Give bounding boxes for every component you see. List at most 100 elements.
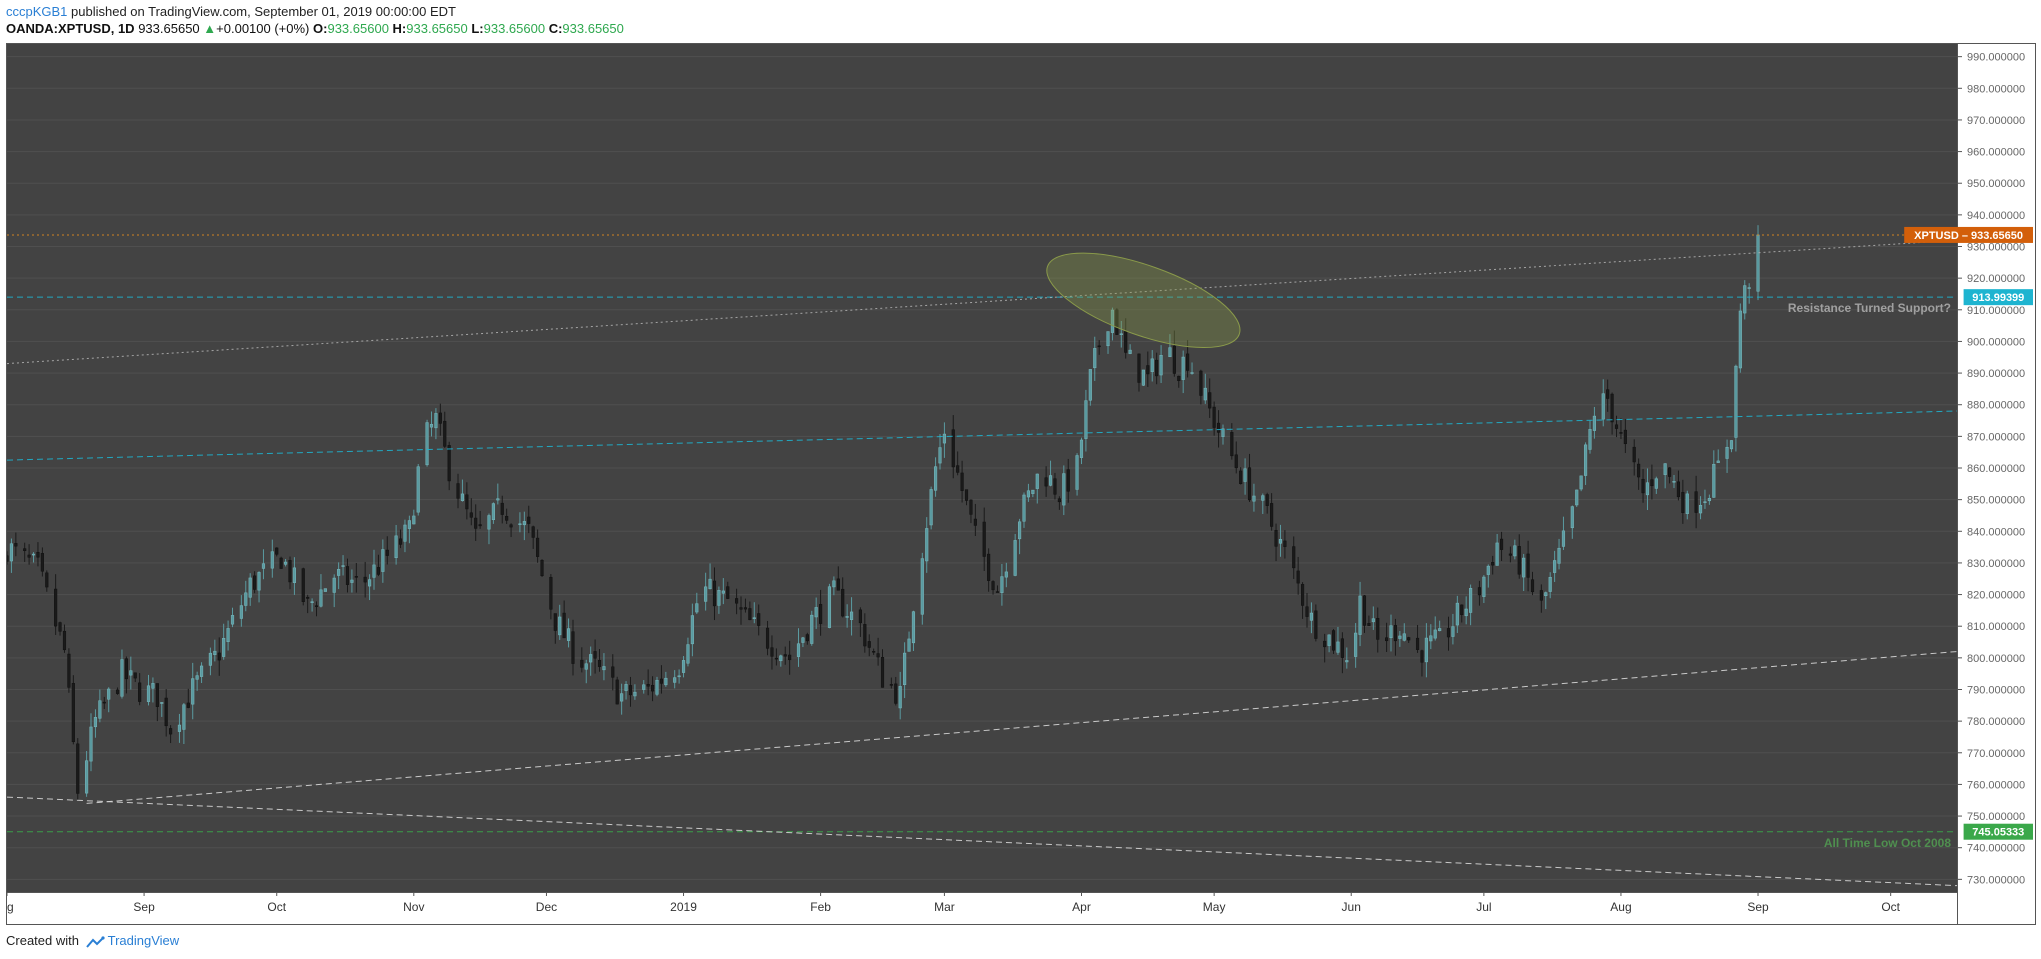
candle-body: [796, 643, 801, 657]
candle-body: [1296, 570, 1300, 584]
open-value: 933.65600: [327, 21, 389, 36]
y-tick-label: 960.000000: [1967, 147, 2025, 159]
candle-body: [14, 543, 18, 547]
candle-body: [1583, 444, 1588, 476]
candle-body: [1013, 540, 1017, 576]
candle-body: [1694, 491, 1698, 513]
candle-body: [536, 537, 540, 557]
candle-body: [1703, 501, 1707, 503]
candle-body: [416, 466, 420, 513]
chart-panel[interactable]: 990.000000 980.000000 970.000000 960.000000…: [6, 43, 2036, 925]
candle-body: [903, 652, 907, 685]
candle-body: [1424, 637, 1428, 663]
close-key: C:: [548, 21, 563, 36]
y-tick-label: 800.000000: [1967, 653, 2025, 665]
candle-body: [841, 588, 845, 617]
candle-body: [1610, 393, 1614, 423]
candle-body: [1455, 602, 1459, 626]
candle-body: [765, 627, 770, 649]
annotation-resistance-support: Resistance Turned Support?: [1788, 301, 1951, 315]
publish-line: cccpKGB1 published on TradingView.com, S…: [6, 4, 456, 19]
candle-body: [443, 420, 447, 447]
x-tick-label: Oct: [1881, 900, 1900, 914]
candle-body: [593, 651, 597, 659]
tradingview-link[interactable]: TradingView: [108, 933, 180, 948]
candle-body: [867, 641, 871, 648]
y-tick-label: 860.000000: [1967, 463, 2025, 475]
last-price-tag: XPTUSD – 933.65650: [1914, 230, 2023, 242]
y-tick-label: 790.000000: [1967, 684, 2025, 696]
candle-body: [425, 422, 429, 466]
candle-body: [987, 553, 991, 581]
y-tick-label: 910.000000: [1967, 305, 2025, 317]
candle-body: [460, 493, 465, 502]
y-tick-label: 950.000000: [1967, 178, 2025, 190]
candle-body: [1517, 546, 1521, 575]
candle-body: [681, 660, 686, 673]
candle-body: [1141, 369, 1145, 386]
candle-body: [465, 494, 469, 510]
candle-body: [394, 535, 398, 559]
y-tick-label: 930.000000: [1967, 242, 2025, 254]
x-tick-label: Nov: [403, 900, 424, 914]
candle-body: [129, 670, 133, 676]
open-key: O:: [313, 21, 328, 36]
candle-body: [1438, 628, 1442, 632]
candle-body: [1729, 440, 1734, 450]
candle-body: [642, 684, 646, 690]
footer: Created with TradingView: [6, 933, 179, 948]
price-axis-area: [1957, 44, 2035, 924]
candle-body: [376, 567, 381, 575]
candle-body: [880, 657, 885, 688]
candle-body: [1433, 629, 1437, 639]
low-value: 933.65600: [483, 21, 546, 36]
candle-body: [1398, 635, 1402, 639]
candle-body: [120, 659, 124, 697]
candle-body: [1137, 353, 1141, 383]
candle-body: [474, 517, 478, 529]
candle-body: [774, 657, 778, 660]
candle-body: [805, 634, 809, 642]
candle-body: [995, 591, 1000, 593]
candle-body: [500, 502, 504, 515]
candle-body: [1575, 489, 1579, 506]
low-key: L:: [471, 21, 484, 36]
high-value: 933.65650: [406, 21, 468, 36]
candle-body: [1190, 372, 1194, 374]
candle-body: [735, 598, 739, 604]
candle-body: [659, 678, 663, 684]
candle-body: [1553, 560, 1557, 573]
candle-body: [230, 615, 235, 625]
candle-body: [739, 607, 743, 610]
price-chart[interactable]: 990.000000 980.000000 970.000000 960.000000…: [7, 44, 2035, 924]
candle-body: [1186, 353, 1190, 371]
candle-body: [217, 652, 221, 661]
y-tick-label: 890.000000: [1967, 368, 2025, 380]
candle-body: [1508, 553, 1512, 556]
high-key: H:: [392, 21, 407, 36]
candle-body: [1270, 503, 1274, 527]
y-tick-label: 940.000000: [1967, 210, 2025, 222]
candle-body: [1371, 618, 1375, 623]
candle-body: [1323, 640, 1327, 648]
candle-body: [7, 555, 9, 562]
candle-body: [566, 628, 571, 641]
candle-body: [1451, 626, 1455, 637]
candle-body: [1645, 482, 1650, 496]
candle-body: [1044, 477, 1048, 487]
candle-body: [447, 445, 451, 482]
candle-body: [1725, 446, 1729, 459]
candle-body: [1614, 424, 1619, 429]
candle-body: [655, 679, 659, 695]
candle-body: [1203, 387, 1207, 401]
candle-body: [827, 586, 832, 628]
candle-body: [40, 553, 44, 572]
candle-body: [836, 578, 840, 591]
ohlc-legend: OANDA:XPTUSD, 1D 933.65650 ▲+0.00100 (+0…: [6, 21, 624, 36]
candle-body: [584, 663, 588, 670]
candle-body: [115, 689, 120, 694]
author-link[interactable]: cccpKGB1: [6, 4, 67, 19]
level-price-tag: 913.99399: [1972, 292, 2024, 304]
candle-body: [1415, 637, 1420, 650]
candle-body: [1561, 530, 1566, 547]
